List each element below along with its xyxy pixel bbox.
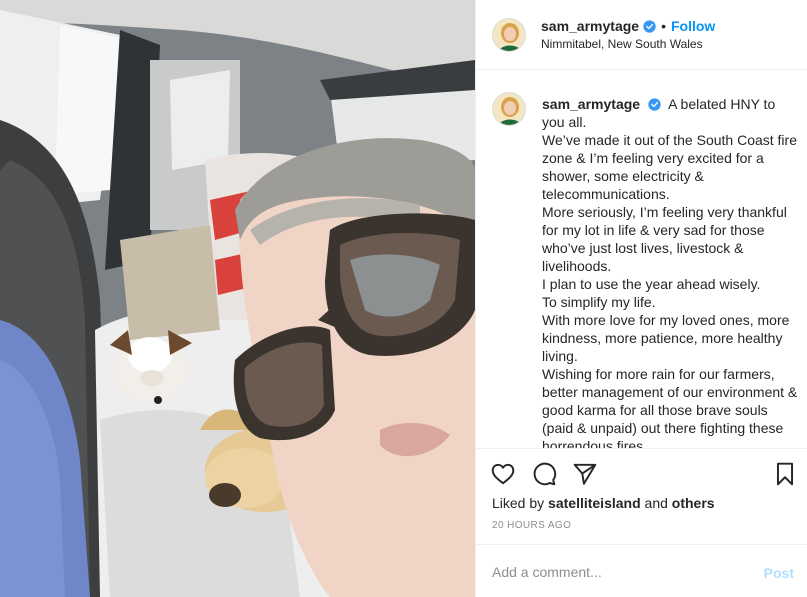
comment-input[interactable] [492,559,742,585]
likes-prefix: Liked by [492,495,545,511]
post-location[interactable]: Nimmitabel, New South Wales [541,37,703,51]
avatar-portrait-icon [493,93,525,125]
caption-line: To simplify my life. [542,294,656,310]
likes-conjunction: and [644,495,668,511]
comment-icon[interactable] [531,461,557,487]
caption-line: I plan to use the year ahead wisely. [542,276,761,292]
caption-author-avatar[interactable] [492,92,526,126]
caption-section: sam_armytage A belated HNY to you all. W… [476,70,807,448]
likes-summary: Liked by satelliteisland and others [492,495,715,511]
comment-box: Post [476,544,807,597]
post-comment-button[interactable]: Post [764,565,794,581]
action-bar [476,448,807,498]
caption-line: We’ve made it out of the South Coast fir… [542,132,797,202]
post-header: sam_armytage • Follow Nimmitabel, New So… [476,0,807,70]
bookmark-icon[interactable] [772,461,798,487]
liked-by-user[interactable]: satelliteisland [548,495,641,511]
post-photo-image [0,0,475,597]
caption-username[interactable]: sam_armytage [542,96,640,112]
verified-badge-icon [643,19,656,33]
heart-icon[interactable] [490,461,516,487]
paper-plane-icon[interactable] [572,461,598,487]
post-panel: sam_armytage • Follow Nimmitabel, New So… [475,0,807,597]
follow-button[interactable]: Follow [671,18,715,34]
post-timestamp[interactable]: 20 HOURS AGO [492,520,571,531]
post-caption: sam_armytage A belated HNY to you all. W… [542,95,800,448]
author-username[interactable]: sam_armytage [541,18,639,34]
caption-line: Wishing for more rain for our farmers, b… [542,366,798,448]
separator-dot: • [661,18,666,34]
likes-others-link[interactable]: others [672,495,715,511]
avatar-portrait-icon [493,19,525,51]
verified-badge-icon [648,98,661,111]
author-avatar[interactable] [492,18,526,52]
caption-line: More seriously, I’m feeling very thankfu… [542,204,787,274]
caption-line: With more love for my loved ones, more k… [542,312,790,364]
post-photo[interactable] [0,0,475,597]
